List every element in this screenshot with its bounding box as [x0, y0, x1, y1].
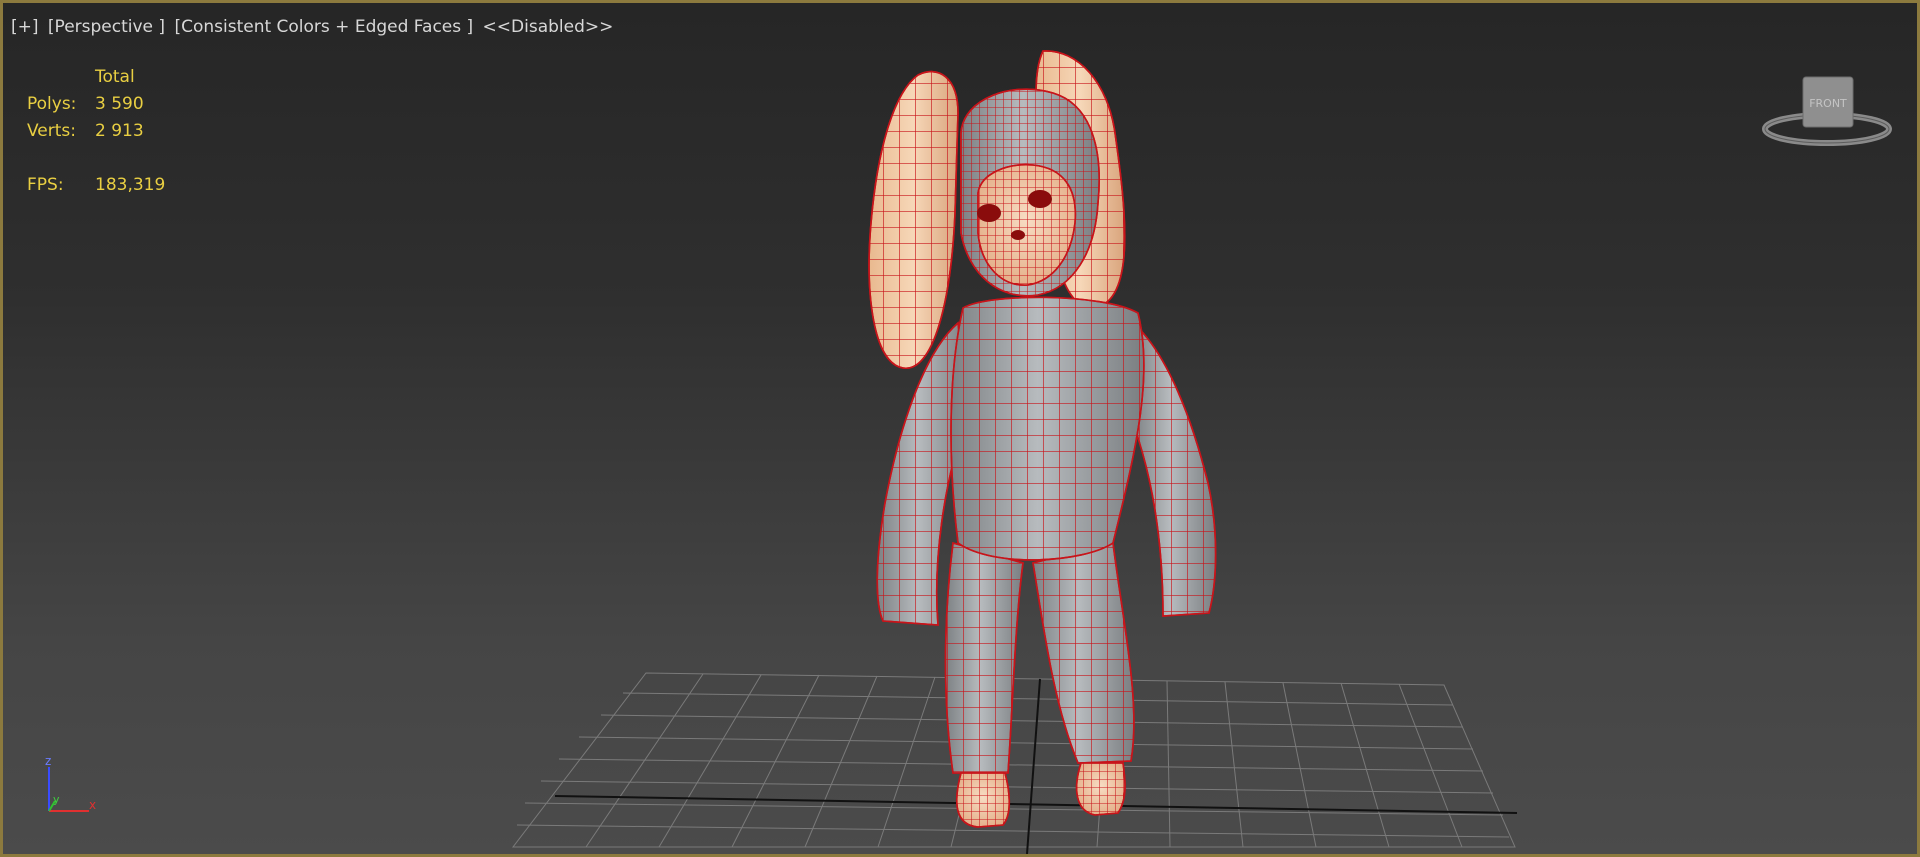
axis-tripod: z y x [45, 755, 96, 812]
viewport-shading-menu[interactable]: [Consistent Colors + Edged Faces ] [174, 17, 473, 37]
axis-x-label: x [89, 798, 96, 812]
viewport-disabled-label[interactable]: <<Disabled>> [483, 17, 614, 37]
ground-grid [511, 672, 1516, 848]
perspective-viewport[interactable]: [+] [Perspective ] [Consistent Colors + … [0, 0, 1920, 857]
polys-value: 3 590 [95, 94, 144, 114]
scene-render [511, 50, 1518, 854]
viewport-general-menu[interactable]: [+] [11, 17, 39, 37]
fps-value: 183,319 [95, 175, 166, 195]
stats-header: Total [95, 67, 135, 87]
fps-label: FPS: [27, 175, 64, 195]
polys-label: Polys: [27, 94, 77, 114]
verts-label: Verts: [27, 121, 77, 141]
axis-y-label: y [53, 793, 60, 806]
verts-value: 2 913 [95, 121, 144, 141]
viewport-label-menu: [+] [Perspective ] [Consistent Colors + … [11, 17, 617, 37]
viewcube[interactable]: FRONT [1759, 75, 1895, 151]
viewport-view-menu[interactable]: [Perspective ] [48, 17, 165, 37]
character-mesh [868, 50, 1217, 828]
viewcube-face-label: FRONT [1809, 97, 1847, 110]
ground-axis-lines [554, 678, 1518, 854]
axis-z-label: z [45, 755, 51, 768]
